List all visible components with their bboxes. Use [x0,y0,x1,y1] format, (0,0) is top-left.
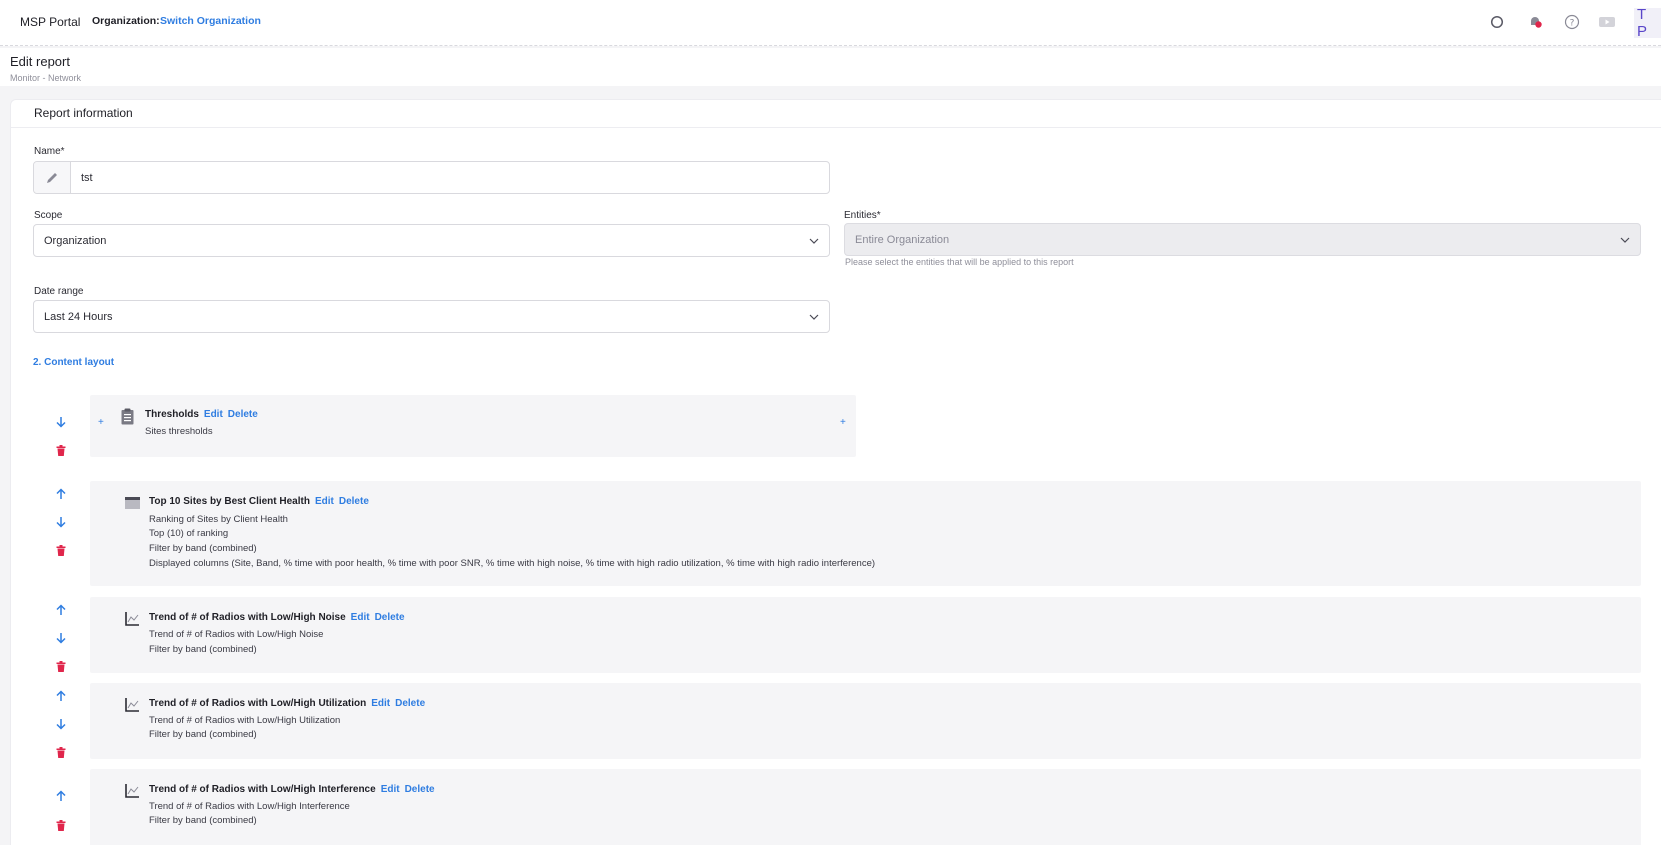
search-icon[interactable] [1488,13,1506,31]
name-input-value[interactable]: tst [71,172,829,184]
arrow-down-icon[interactable] [53,716,69,732]
arrow-down-icon[interactable] [53,514,69,530]
page-header: Edit report Monitor - Network [0,48,1661,86]
delete-button[interactable]: Delete [375,612,405,623]
item-detail: Ranking of Sites by Client Health [149,514,288,525]
add-before-button[interactable]: + [98,417,104,428]
clipboard-icon [120,407,134,425]
content-item-interference-trend: Trend of # of Radios with Low/High Inter… [90,769,1641,845]
page-title: Edit report [10,54,70,69]
date-range-label: Date range [34,286,84,297]
top-bar: MSP Portal Organization: Switch Organiza… [0,0,1661,46]
trash-icon[interactable] [53,744,69,760]
chevron-down-icon[interactable] [799,314,829,320]
table-icon [124,496,140,510]
item-title: Top 10 Sites by Best Client Health [149,496,310,507]
trash-icon[interactable] [53,542,69,558]
pencil-icon [34,162,71,193]
section-title-report-information: Report information [34,106,133,120]
trash-icon[interactable] [53,658,69,674]
edit-button[interactable]: Edit [371,698,390,709]
edit-button[interactable]: Edit [204,409,223,420]
brand-name[interactable]: MSP Portal [20,15,80,29]
delete-button[interactable]: Delete [339,496,369,507]
item-detail: Filter by band (combined) [149,729,257,740]
item-header: Top 10 Sites by Best Client Health Edit De… [149,496,369,507]
delete-button[interactable]: Delete [228,409,258,420]
item-header: Trend of # of Radios with Low/High Inter… [149,784,435,795]
entities-select-value: Entire Organization [855,233,950,246]
item-detail: Sites thresholds [145,426,213,437]
svg-text:?: ? [1570,19,1575,29]
entities-label: Entities* [844,210,881,221]
item-title: Trend of # of Radios with Low/High Noise [149,612,346,623]
edit-button[interactable]: Edit [381,784,400,795]
help-icon[interactable]: ? [1563,13,1581,31]
add-after-button[interactable]: + [840,417,846,428]
delete-button[interactable]: Delete [405,784,435,795]
item-header: Thresholds Edit Delete [145,409,258,420]
item-header: Trend of # of Radios with Low/High Utili… [149,698,425,709]
item-detail: Trend of # of Radios with Low/High Utili… [149,715,341,726]
item-detail: Filter by band (combined) [149,815,257,826]
scope-label: Scope [34,210,63,221]
breadcrumb[interactable]: Monitor - Network [10,73,81,83]
scope-select-value[interactable]: Organization [34,235,799,247]
chevron-down-icon[interactable] [1610,237,1640,243]
line-chart-icon [124,611,140,627]
item-detail: Displayed columns (Site, Band, % time wi… [149,558,876,569]
scope-select[interactable]: Organization [33,224,830,257]
date-range-select[interactable]: Last 24 Hours [33,300,830,333]
item-header: Trend of # of Radios with Low/High Noise… [149,612,405,623]
date-range-select-value[interactable]: Last 24 Hours [34,311,799,323]
item-detail: Trend of # of Radios with Low/High Inter… [149,801,350,812]
content-item-utilization-trend: Trend of # of Radios with Low/High Utili… [90,683,1641,759]
item-title: Trend of # of Radios with Low/High Inter… [149,784,376,795]
entities-hint: Please select the entities that will be … [845,257,1074,267]
arrow-up-icon[interactable] [53,788,69,804]
chevron-down-icon[interactable] [799,238,829,244]
organization-label: Organization: [92,15,160,27]
entities-select[interactable]: Entire Organization [844,223,1641,256]
name-label: Name* [34,146,65,157]
content-layout-step[interactable]: 2. Content layout [33,357,114,368]
arrow-down-icon[interactable] [53,414,69,430]
line-chart-icon [124,783,140,799]
item-title: Thresholds [145,409,199,420]
user-avatar[interactable]: T P [1634,6,1661,40]
line-chart-icon [124,697,140,713]
edit-button[interactable]: Edit [351,612,370,623]
notifications-icon[interactable] [1526,13,1544,31]
content-item-noise-trend: Trend of # of Radios with Low/High Noise… [90,597,1641,673]
delete-button[interactable]: Delete [395,698,425,709]
arrow-down-icon[interactable] [53,630,69,646]
video-icon[interactable] [1598,13,1616,31]
item-title: Trend of # of Radios with Low/High Utili… [149,698,367,709]
item-detail: Top (10) of ranking [149,528,229,539]
edit-button[interactable]: Edit [315,496,334,507]
trash-icon[interactable] [53,442,69,458]
item-detail: Filter by band (combined) [149,543,257,554]
divider [11,127,1661,128]
switch-organization-link[interactable]: Switch Organization [160,15,261,27]
arrow-up-icon[interactable] [53,602,69,618]
arrow-up-icon[interactable] [53,486,69,502]
name-field[interactable]: tst [33,161,830,194]
report-form-card: Report information Name* tst Scope Organ… [10,99,1661,845]
item-detail: Trend of # of Radios with Low/High Noise [149,629,324,640]
content-item-top-10-sites: Top 10 Sites by Best Client Health Edit De… [90,481,1641,586]
trash-icon[interactable] [53,817,69,833]
item-detail: Filter by band (combined) [149,644,257,655]
arrow-up-icon[interactable] [53,688,69,704]
content-item-thresholds: + Thresholds Edit Delete Sites thresholds … [90,395,856,457]
